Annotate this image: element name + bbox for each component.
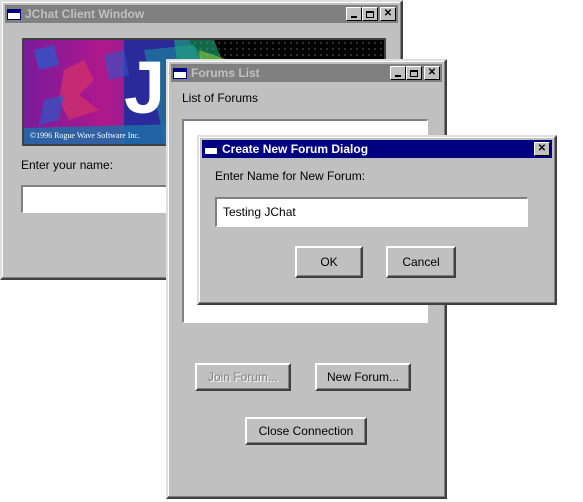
minimize-icon: [395, 75, 401, 77]
create-forum-dialog: Create New Forum Dialog ✕ Enter Name for…: [197, 135, 557, 305]
new-forum-name-label: Enter Name for New Forum:: [215, 169, 366, 183]
name-prompt-label: Enter your name:: [21, 158, 114, 172]
close-connection-button[interactable]: Close Connection: [245, 417, 367, 445]
close-button[interactable]: ✕: [424, 66, 440, 80]
maximize-button[interactable]: [406, 66, 422, 80]
cancel-button[interactable]: Cancel: [386, 246, 456, 278]
minimize-button[interactable]: [390, 66, 406, 80]
dialog-titlebar[interactable]: Create New Forum Dialog ✕: [202, 140, 552, 158]
maximize-icon: [366, 10, 374, 18]
minimize-icon: [351, 16, 357, 18]
close-icon: ✕: [427, 67, 437, 78]
maximize-icon: [410, 69, 418, 77]
forums-window-titlebar[interactable]: Forums List ✕: [171, 64, 442, 82]
dialog-title: Create New Forum Dialog: [222, 142, 369, 156]
close-icon: ✕: [537, 143, 547, 154]
forums-window-title: Forums List: [191, 66, 260, 80]
name-input[interactable]: [21, 185, 171, 213]
forums-list-label: List of Forums: [182, 91, 259, 105]
client-window-title: JChat Client Window: [25, 7, 145, 21]
close-button[interactable]: ✕: [380, 7, 396, 21]
join-forum-button[interactable]: Join Forum...: [195, 363, 291, 391]
new-forum-button[interactable]: New Forum...: [315, 363, 411, 391]
ok-button[interactable]: OK: [295, 246, 363, 278]
logo-copyright: ©1996 Rogue Wave Software Inc.: [30, 131, 140, 140]
client-window-titlebar[interactable]: JChat Client Window ✕: [5, 5, 398, 23]
window-icon: [173, 67, 187, 79]
maximize-button[interactable]: [362, 7, 378, 21]
minimize-button[interactable]: [346, 7, 362, 21]
new-forum-name-input[interactable]: Testing JChat: [215, 197, 528, 227]
logo-letter: J: [124, 46, 166, 129]
window-icon: [7, 8, 21, 20]
close-icon: ✕: [383, 8, 393, 19]
window-icon: [204, 143, 218, 155]
close-button[interactable]: ✕: [534, 142, 550, 156]
